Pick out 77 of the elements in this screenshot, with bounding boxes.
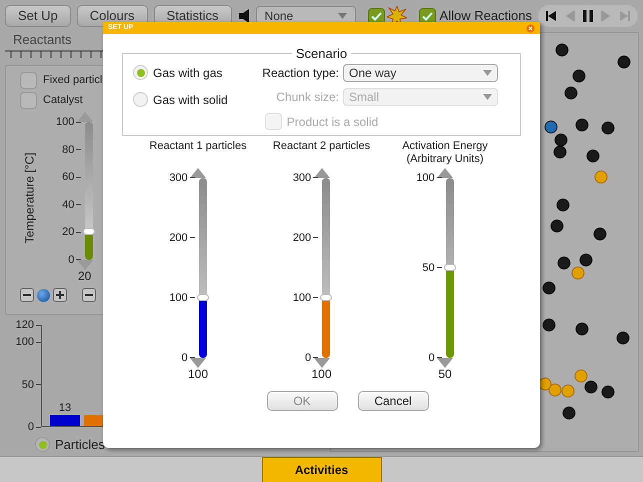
toolbar-button[interactable]: Set Up [5,5,71,27]
slider-title: Reactant 1 particles [148,140,248,154]
skip-forward-icon[interactable] [620,11,630,21]
step-forward-icon[interactable] [601,11,612,21]
check-icon [370,12,382,20]
close-icon[interactable] [526,24,535,32]
speaker-icon[interactable] [238,8,250,24]
slider-thumb[interactable] [83,228,96,236]
pause-icon[interactable] [583,10,593,22]
radio-label: Gas with solid [153,92,228,108]
tick-label: 300 [169,170,188,184]
increase-arrow-icon[interactable] [190,168,206,178]
increase-arrow-icon[interactable] [436,168,453,178]
temperature-label: Temperature [°C] [21,152,37,243]
slider-track[interactable] [85,122,94,260]
slider-reading: 20 [78,270,92,283]
step-back-icon[interactable] [564,11,575,21]
tick-label: 0 [305,350,312,364]
slider-title: Reactant 2 particles [272,140,372,154]
field-label: Chunk size: [275,88,339,106]
checkbox-label: Catalyst [43,93,83,108]
checkbox[interactable] [20,72,37,89]
minus-icon[interactable] [20,288,34,302]
tick-label: 40 [62,198,74,212]
radio-button[interactable] [35,437,50,452]
axis-tick-label: 100 [16,336,34,348]
tick-label: 0 [182,350,188,364]
dropdown[interactable]: One way [343,64,498,82]
bar-value-label: 13 [58,400,72,415]
check-icon [422,12,433,20]
plus-icon[interactable] [53,288,67,302]
axis-tick-label: 0 [28,421,34,433]
dialog-button[interactable]: Cancel [358,390,428,410]
caret-icon [338,13,347,19]
slider-reading: 100 [311,368,332,380]
tick-label: 100 [56,115,74,129]
radio-button[interactable] [133,92,148,107]
tick-label: 0 [428,350,435,364]
decrease-arrow-icon[interactable] [190,358,206,368]
field-label: Reaction type: [261,64,339,82]
skip-back-icon[interactable] [546,11,556,21]
caret-icon [483,94,492,100]
radio-label: Gas with gas [153,64,222,82]
minus-icon[interactable] [82,288,96,302]
tick-label: 100 [292,290,312,304]
slider-thumb[interactable] [320,294,332,301]
slider-title: Activation Energy (Arbitrary Units) [401,140,489,166]
checkbox-label: Allow Reactions [440,7,532,26]
checkbox[interactable] [20,92,37,109]
checkbox-label: Fixed particl [43,73,102,88]
increase-arrow-icon[interactable] [314,168,330,178]
tick-label: 0 [68,252,74,267]
axis-tick-label: 50 [22,378,34,390]
tick-label: 100 [169,290,188,304]
caret-icon [483,70,492,76]
axis-tick-label: 120 [16,319,34,331]
tick-label: 200 [292,230,312,244]
slider-track[interactable] [322,178,330,358]
group-title: Scenario [294,45,348,63]
slider-reading: 50 [438,368,452,380]
particle-icon [37,288,50,302]
activities-tab[interactable]: Activities [262,457,382,482]
tick-label: 100 [416,170,435,184]
tick-label: 80 [62,142,74,157]
tick-label: 200 [169,230,188,244]
checkbox-label: Product is a solid [286,114,378,130]
slider-track[interactable] [446,178,454,358]
slider-thumb[interactable] [444,264,456,270]
slider-reading: 100 [188,368,208,380]
tick-label: 300 [292,170,312,184]
tick-label: 50 [422,260,435,274]
tick-label: 20 [62,225,74,240]
radio-label: Particles [55,436,105,454]
slider-thumb[interactable] [196,294,209,301]
radio-button[interactable] [133,65,148,80]
slider-track[interactable] [198,178,207,358]
tick-label: 60 [62,170,74,184]
